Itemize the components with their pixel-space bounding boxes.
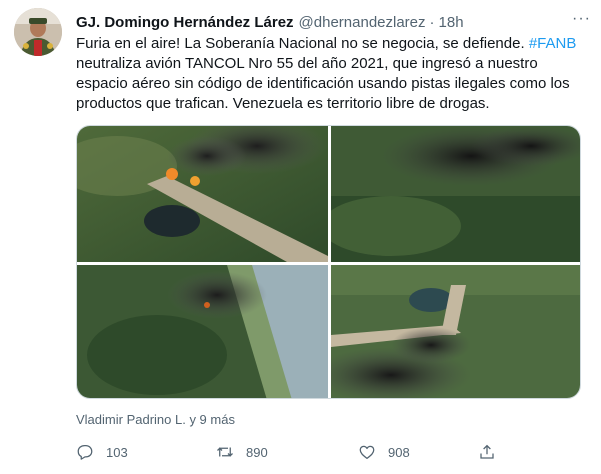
like-button[interactable]: 908 <box>358 443 478 461</box>
share-icon <box>480 444 494 459</box>
photo-3[interactable] <box>77 265 328 398</box>
tweet-text: Furia en el aire! La Soberanía Nacional … <box>76 34 581 114</box>
reply-count: 103 <box>106 444 128 460</box>
photo-3-image <box>77 265 328 398</box>
retweet-icon <box>217 447 233 457</box>
reply-button[interactable]: 103 <box>76 443 216 461</box>
header-separator: · <box>429 13 435 31</box>
photo-2[interactable] <box>331 126 580 262</box>
retweet-count: 890 <box>246 444 268 460</box>
author-name[interactable]: GJ. Domingo Hernández Lárez <box>76 14 294 31</box>
tweet-header: GJ. Domingo Hernández Lárez @dhernandezl… <box>76 12 591 32</box>
author-handle[interactable]: @dhernandezlarez <box>299 14 426 31</box>
reply-icon <box>77 444 93 460</box>
tweet-text-main: Furia en el aire! La Soberanía Nacional … <box>76 35 529 52</box>
more-icon[interactable]: ··· <box>572 10 591 28</box>
heart-icon <box>359 445 375 460</box>
tagged-users-link[interactable]: Vladimir Padrino L. y 9 más <box>76 412 235 427</box>
photo-1-image <box>77 126 328 262</box>
avatar[interactable] <box>14 8 62 56</box>
photo-4-image <box>331 265 580 398</box>
avatar-image <box>14 8 62 56</box>
hashtag-link[interactable]: #FANB <box>529 35 577 52</box>
share-button[interactable] <box>478 443 496 461</box>
tweet-text-rest: neutraliza avión TANCOL Nro 55 del año 2… <box>76 55 570 112</box>
tweet-time[interactable]: 18h <box>439 14 464 31</box>
photo-4[interactable] <box>331 265 580 398</box>
retweet-button[interactable]: 890 <box>216 443 358 461</box>
media-grid <box>76 125 581 399</box>
photo-2-image <box>331 126 580 262</box>
photo-1[interactable] <box>77 126 328 262</box>
tweet-actions: 103 890 908 <box>76 440 581 464</box>
like-count: 908 <box>388 444 410 460</box>
